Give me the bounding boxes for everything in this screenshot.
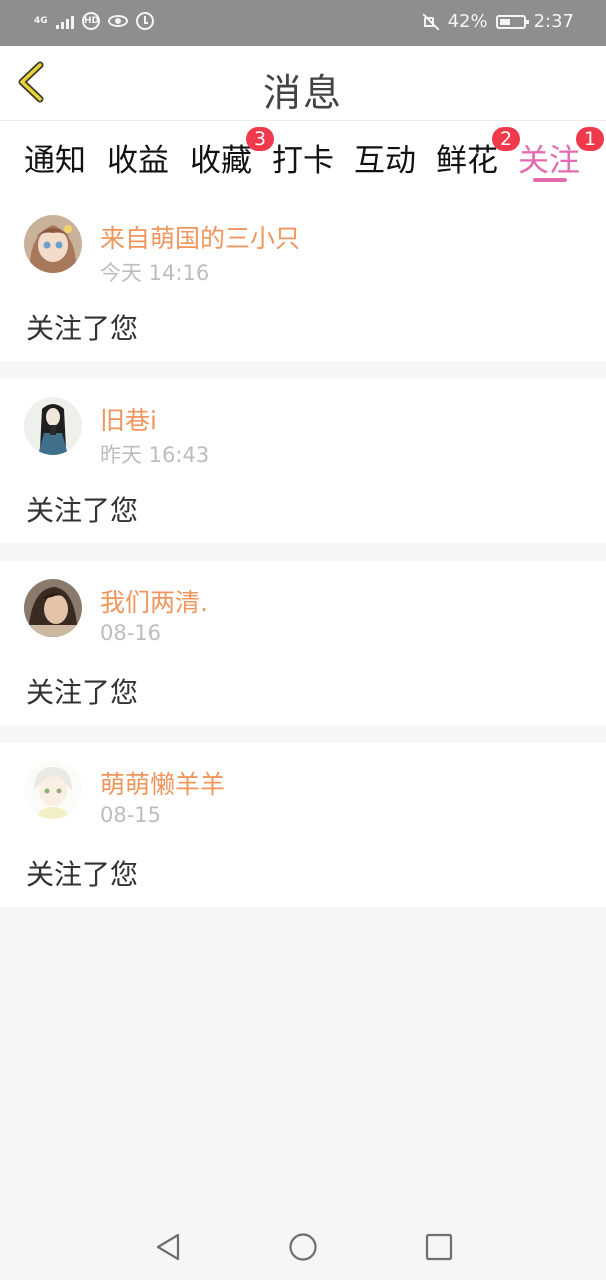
signal-icon xyxy=(56,13,74,29)
eye-icon xyxy=(108,15,128,27)
status-right-icons: 42% 2:37 xyxy=(422,11,574,32)
active-tab-indicator xyxy=(533,178,567,182)
nav-back-button[interactable] xyxy=(154,1232,184,1262)
follows-badge: 1 xyxy=(576,127,604,151)
clock: 2:37 xyxy=(533,11,574,32)
tab-label: 通知 xyxy=(24,143,86,179)
username[interactable]: 萌萌懒羊羊 xyxy=(100,765,225,801)
username[interactable]: 我们两清. xyxy=(100,583,208,619)
timestamp: 昨天 16:43 xyxy=(100,443,210,467)
tab-flowers[interactable]: 鲜花 2 xyxy=(436,127,520,180)
timestamp: 08-15 xyxy=(100,803,162,827)
message-text: 关注了您 xyxy=(26,858,139,891)
message-list: 来自萌国的三小只 今天 14:16 关注了您 旧巷i 昨天 16:43 关注了您 xyxy=(0,197,606,925)
circle-home-icon xyxy=(289,1233,317,1261)
battery-icon xyxy=(495,14,529,29)
alarm-icon xyxy=(136,12,154,30)
username[interactable]: 旧巷i xyxy=(100,401,157,437)
avatar[interactable] xyxy=(24,215,82,273)
tab-checkin[interactable]: 打卡 xyxy=(272,135,334,180)
message-text: 关注了您 xyxy=(26,312,139,345)
avatar[interactable] xyxy=(24,397,82,455)
avatar-image xyxy=(24,761,82,819)
message-text: 关注了您 xyxy=(26,676,139,709)
avatar-image xyxy=(24,579,82,637)
mute-icon xyxy=(422,13,440,31)
tab-label: 收益 xyxy=(107,143,169,179)
triangle-back-icon xyxy=(156,1233,180,1261)
tab-label: 收藏 xyxy=(190,143,252,179)
tab-label: 关注 xyxy=(518,143,580,179)
tab-label: 鲜花 xyxy=(436,143,498,179)
message-text: 关注了您 xyxy=(26,494,139,527)
status-left-icons: 4G HD xyxy=(34,12,154,30)
system-nav-bar xyxy=(0,1212,606,1280)
tab-earnings[interactable]: 收益 xyxy=(107,135,169,180)
list-item[interactable]: 旧巷i 昨天 16:43 关注了您 xyxy=(0,379,606,543)
battery-percent: 42% xyxy=(447,11,488,32)
tab-notifications[interactable]: 通知 xyxy=(24,135,86,180)
tab-label: 互动 xyxy=(354,143,416,179)
header: 消息 xyxy=(0,46,606,121)
timestamp: 今天 14:16 xyxy=(100,261,210,285)
avatar[interactable] xyxy=(24,579,82,637)
hd-icon: HD xyxy=(82,12,100,30)
tab-follows[interactable]: 关注 1 xyxy=(518,127,604,180)
list-item[interactable]: 我们两清. 08-16 关注了您 xyxy=(0,561,606,725)
avatar-image xyxy=(24,397,82,455)
username[interactable]: 来自萌国的三小只 xyxy=(100,219,300,255)
favorites-badge: 3 xyxy=(246,127,274,151)
network-type-label: 4G xyxy=(34,16,48,26)
avatar-image xyxy=(24,215,82,273)
avatar[interactable] xyxy=(24,761,82,819)
tab-label: 打卡 xyxy=(272,143,334,179)
square-recent-icon xyxy=(425,1233,453,1261)
list-item[interactable]: 来自萌国的三小只 今天 14:16 关注了您 xyxy=(0,197,606,361)
nav-recent-button[interactable] xyxy=(424,1232,454,1262)
tab-interactions[interactable]: 互动 xyxy=(354,135,416,180)
page-title: 消息 xyxy=(262,71,343,115)
flowers-badge: 2 xyxy=(492,127,520,151)
tab-favorites[interactable]: 收藏 3 xyxy=(190,127,274,180)
tab-bar: 通知 收益 收藏 3 打卡 互动 鲜花 2 关注 1 xyxy=(0,121,606,197)
timestamp: 08-16 xyxy=(100,621,162,645)
list-item[interactable]: 萌萌懒羊羊 08-15 关注了您 xyxy=(0,743,606,907)
status-bar: 4G HD 42% 2:37 xyxy=(0,0,606,46)
nav-home-button[interactable] xyxy=(288,1232,318,1262)
